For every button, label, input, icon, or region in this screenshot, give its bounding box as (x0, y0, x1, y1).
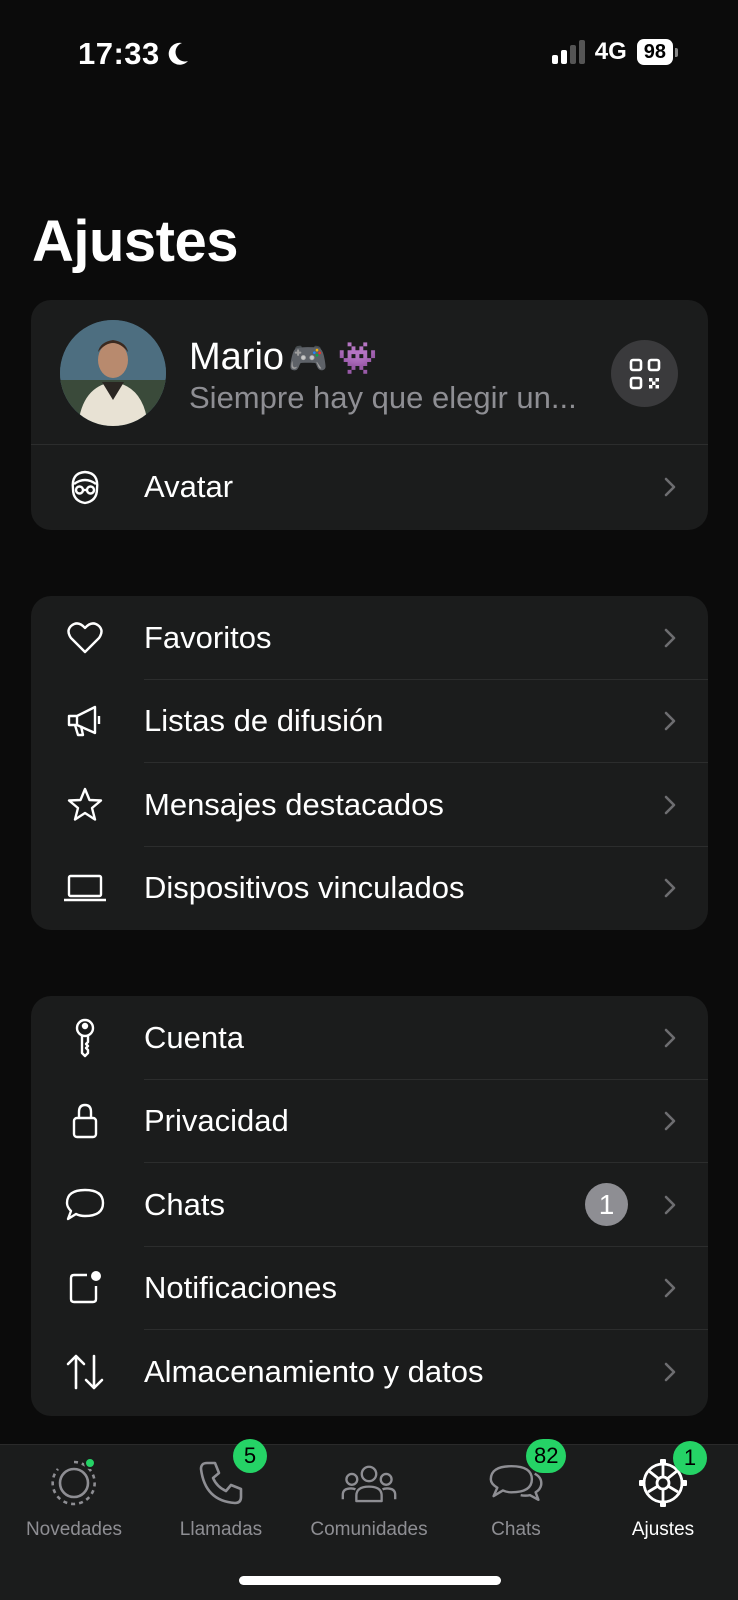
tab-label: Ajustes (631, 1519, 695, 1540)
profile-name-text: Mario (189, 336, 285, 378)
tab-comunidades[interactable]: Comunidades (299, 1455, 439, 1555)
tab-chats[interactable]: 82 Chats (446, 1439, 586, 1555)
battery-level: 98 (636, 39, 673, 65)
profile-card: Mario 🎮 👾 Siempre hay que elegir un... A… (31, 300, 708, 530)
settings-gear-icon: 1 (635, 1441, 707, 1511)
profile-status: Siempre hay que elegir un... (189, 380, 577, 415)
settings-row-label: Listas de difusión (144, 703, 384, 739)
settings-row-almacenamiento[interactable]: Almacenamiento y datos (31, 1330, 708, 1414)
settings-row-favoritos[interactable]: Favoritos (31, 596, 708, 680)
settings-row-avatar[interactable]: Avatar (31, 445, 708, 529)
settings-row-label: Chats (144, 1186, 225, 1222)
avatar-icon (63, 465, 107, 509)
settings-row-label: Cuenta (144, 1019, 244, 1055)
tab-label: Llamadas (179, 1519, 263, 1540)
chat-bubble-icon (63, 1183, 107, 1227)
phone-icon: 5 (193, 1439, 267, 1511)
chevron-right-icon (664, 1278, 676, 1298)
settings-group-account: Cuenta Privacidad Chats 1 Notificaciones… (31, 996, 708, 1416)
status-indicators: 4G 98 (551, 38, 678, 66)
alien-monster-emoji: 👾 (337, 339, 378, 376)
settings-row-label: Almacenamiento y datos (144, 1353, 484, 1389)
chevron-right-icon (664, 878, 676, 898)
moon-icon (168, 42, 188, 65)
network-type: 4G (594, 38, 627, 65)
status-time: 17:33 (78, 36, 190, 72)
updates-dot (84, 1457, 96, 1469)
star-icon (63, 783, 107, 827)
chevron-right-icon (664, 1195, 676, 1215)
settings-row-label: Avatar (144, 468, 234, 504)
chats-icon: 82 (488, 1439, 567, 1511)
heart-icon (63, 616, 107, 660)
unread-count-badge: 1 (585, 1183, 628, 1227)
qr-code-button[interactable] (611, 340, 678, 407)
battery-icon: 98 (636, 39, 678, 65)
laptop-icon (63, 866, 107, 910)
chevron-right-icon (664, 1111, 676, 1131)
clock: 17:33 (78, 36, 160, 71)
home-indicator[interactable] (239, 1576, 501, 1585)
communities-icon (341, 1455, 397, 1511)
tab-label: Chats (491, 1519, 541, 1540)
cellular-signal-icon (551, 40, 585, 64)
updates-icon (46, 1455, 102, 1511)
profile-row[interactable]: Mario 🎮 👾 Siempre hay que elegir un... (31, 300, 708, 445)
calls-badge: 5 (233, 1439, 267, 1473)
settings-row-privacidad[interactable]: Privacidad (31, 1080, 708, 1163)
settings-row-label: Privacidad (144, 1103, 289, 1139)
settings-row-cuenta[interactable]: Cuenta (31, 996, 708, 1080)
status-bar: 17:33 4G 98 (0, 0, 738, 110)
notification-icon (63, 1266, 107, 1310)
settings-row-listas-difusion[interactable]: Listas de difusión (31, 680, 708, 763)
settings-row-label: Favoritos (144, 619, 272, 655)
chevron-right-icon (664, 1362, 676, 1382)
settings-row-label: Mensajes destacados (144, 786, 444, 822)
key-icon (63, 1016, 107, 1060)
settings-row-label: Notificaciones (144, 1270, 337, 1306)
settings-row-notificaciones[interactable]: Notificaciones (31, 1247, 708, 1330)
chevron-right-icon (664, 795, 676, 815)
chevron-right-icon (664, 628, 676, 648)
settings-badge: 1 (673, 1441, 707, 1475)
qr-code-icon (629, 358, 660, 389)
settings-group-features: Favoritos Listas de difusión Mensajes de… (31, 596, 708, 930)
tab-llamadas[interactable]: 5 Llamadas (151, 1439, 291, 1555)
tab-ajustes[interactable]: 1 Ajustes (593, 1441, 733, 1555)
tab-label: Comunidades (310, 1519, 428, 1540)
settings-row-dispositivos-vinculados[interactable]: Dispositivos vinculados (31, 847, 708, 931)
chats-badge: 82 (526, 1439, 567, 1473)
chevron-right-icon (664, 1028, 676, 1048)
tab-label: Novedades (25, 1519, 123, 1540)
chevron-right-icon (664, 711, 676, 731)
profile-name: Mario 🎮 👾 (189, 336, 378, 379)
gamepad-emoji: 🎮 (288, 339, 328, 376)
tab-novedades[interactable]: Novedades (4, 1455, 144, 1555)
megaphone-icon (63, 699, 107, 743)
page-title: Ajustes (32, 209, 239, 274)
lock-icon (63, 1099, 107, 1143)
chevron-right-icon (664, 477, 676, 497)
settings-row-chats[interactable]: Chats 1 (31, 1163, 708, 1247)
settings-row-mensajes-destacados[interactable]: Mensajes destacados (31, 763, 708, 847)
storage-arrows-icon (63, 1350, 107, 1394)
avatar[interactable] (60, 320, 166, 426)
settings-row-label: Dispositivos vinculados (144, 870, 465, 906)
